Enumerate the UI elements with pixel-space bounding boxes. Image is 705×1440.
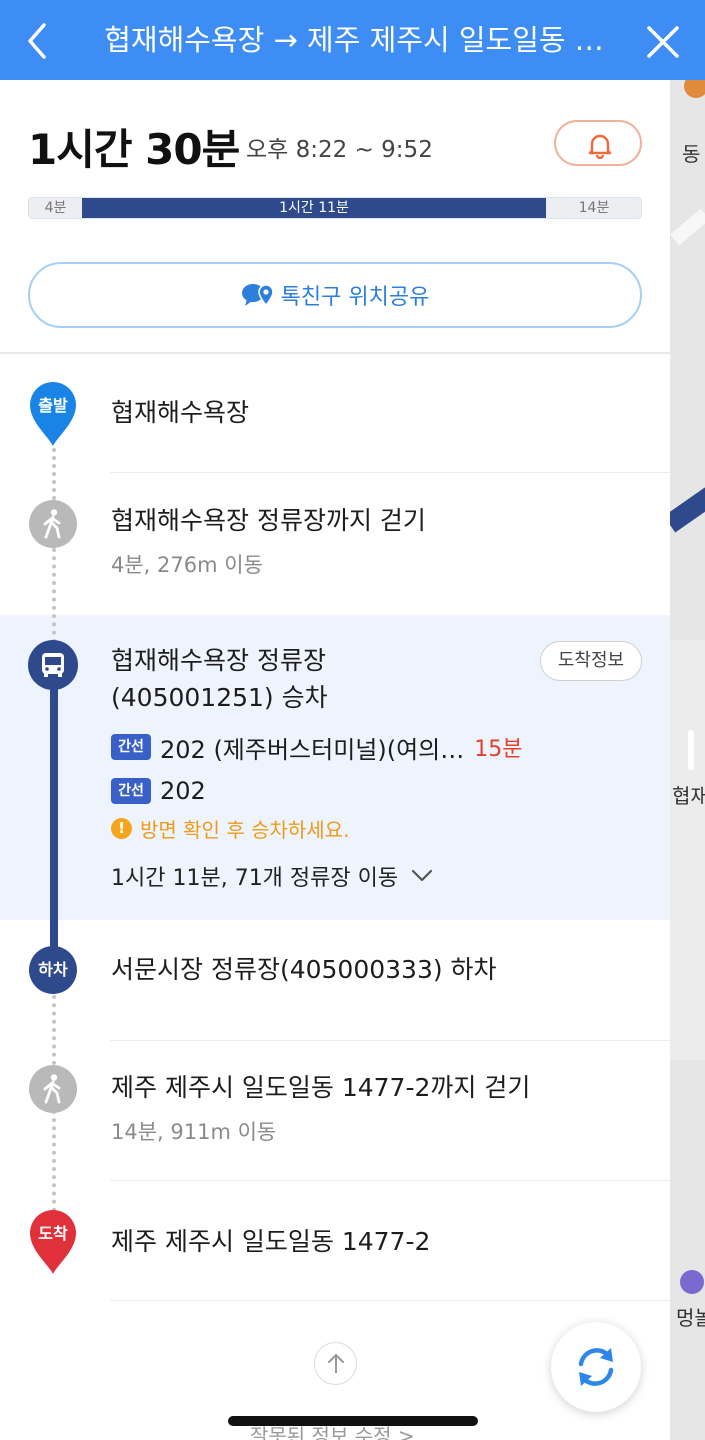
warning-icon: ! [111, 818, 132, 839]
total-duration: 1시간 30분 [28, 125, 240, 174]
board-warning: ! 방면 확인 후 승차하세요. [111, 814, 349, 843]
end-badge: 도착 [38, 1224, 68, 1243]
route-detail-panel: 1시간 30분 오후 8:22 ~ 9:52 4분 1시간 11분 14분 톡친… [0, 80, 670, 1440]
bell-icon [588, 134, 612, 159]
bus-route-row[interactable]: 간선 202 (제주버스터미널)(여의… 15분 [111, 730, 522, 764]
warning-text: 방면 확인 후 승차하세요. [140, 818, 350, 842]
bus-number: 202 [160, 777, 206, 805]
header-bar: 협재해수욕장 → 제주 제주시 일도일동 … [0, 0, 705, 80]
share-location-label: 톡친구 위치공유 [280, 285, 430, 310]
arrow-up-icon [328, 1353, 344, 1373]
time-range: 오후 8:22 ~ 9:52 [246, 137, 433, 163]
map-poi-icon[interactable] [684, 80, 705, 98]
map-label-2: 협재 [672, 784, 705, 808]
bus-icon [28, 640, 78, 690]
walk-connector [52, 448, 56, 508]
separator [110, 472, 670, 473]
route-type-badge: 간선 [111, 734, 151, 760]
share-location-button[interactable]: 톡친구 위치공유 [28, 262, 642, 328]
walk-icon [29, 1065, 77, 1113]
walk2-title: 제주 제주시 일도일동 1477-2까지 걷기 [111, 1073, 531, 1102]
refresh-icon [578, 1348, 614, 1386]
start-pin-icon: 출발 [28, 380, 78, 446]
map-scroll-handle[interactable] [688, 730, 694, 770]
home-indicator [228, 1416, 478, 1426]
separator [110, 1040, 670, 1041]
alarm-button[interactable] [554, 120, 642, 166]
walk1-sub: 4분, 276m 이동 [111, 553, 263, 577]
start-badge: 출발 [38, 396, 68, 415]
walk-connector [52, 1110, 56, 1220]
bus-number: 202 (제주버스터미널)(여의… [160, 735, 465, 764]
board-title-line1: 협재해수욕장 정류장 [111, 646, 326, 675]
map-view[interactable]: 동 협재 멍놀 [670, 80, 705, 1440]
alight-badge: 하차 [29, 946, 77, 994]
segment-bar: 4분 1시간 11분 14분 [28, 197, 642, 219]
board-title-line2: (405001251) 승차 [111, 683, 328, 712]
end-title: 제주 제주시 일도일동 1477-2 [111, 1227, 431, 1256]
segment-walk: 4분 [44, 200, 67, 216]
segment-bus: 1시간 11분 [82, 198, 546, 218]
divider [0, 352, 670, 354]
route-title: 협재해수욕장 → 제주 제주시 일도일동 … [104, 23, 604, 57]
bus-arrival-time: 15분 [474, 737, 523, 762]
map-label-1: 동 [682, 142, 701, 166]
route-type-badge: 간선 [111, 778, 151, 804]
stops-summary: 1시간 11분, 71개 정류장 이동 [111, 866, 399, 891]
close-icon[interactable] [645, 24, 681, 60]
chevron-left-icon[interactable] [22, 22, 56, 60]
segment-walk: 14분 [578, 200, 610, 216]
scroll-up-button[interactable] [314, 1342, 357, 1385]
bus-route-row[interactable]: 간선 202 [111, 774, 206, 808]
walk1-title: 협재해수욕장 정류장까지 걷기 [111, 506, 426, 535]
walk-icon [29, 500, 77, 548]
bus-connector [50, 670, 58, 965]
alight-title: 서문시장 정류장(405000333) 하차 [111, 955, 497, 984]
walk2-sub: 14분, 911m 이동 [111, 1120, 277, 1144]
location-chat-icon [241, 284, 274, 307]
refresh-button[interactable] [551, 1322, 641, 1412]
separator [110, 1180, 670, 1181]
separator [110, 1300, 670, 1301]
end-pin-icon: 도착 [28, 1208, 78, 1274]
start-title: 협재해수욕장 [111, 398, 250, 427]
map-poi-icon[interactable] [680, 1270, 704, 1294]
arrival-info-button[interactable]: 도착정보 [540, 641, 642, 681]
stops-summary-toggle[interactable]: 1시간 11분, 71개 정류장 이동 [111, 860, 434, 892]
chevron-down-icon [412, 869, 433, 882]
map-label-3: 멍놀 [676, 1306, 705, 1330]
walk-connector [52, 995, 56, 1065]
walk-connector [52, 548, 56, 643]
